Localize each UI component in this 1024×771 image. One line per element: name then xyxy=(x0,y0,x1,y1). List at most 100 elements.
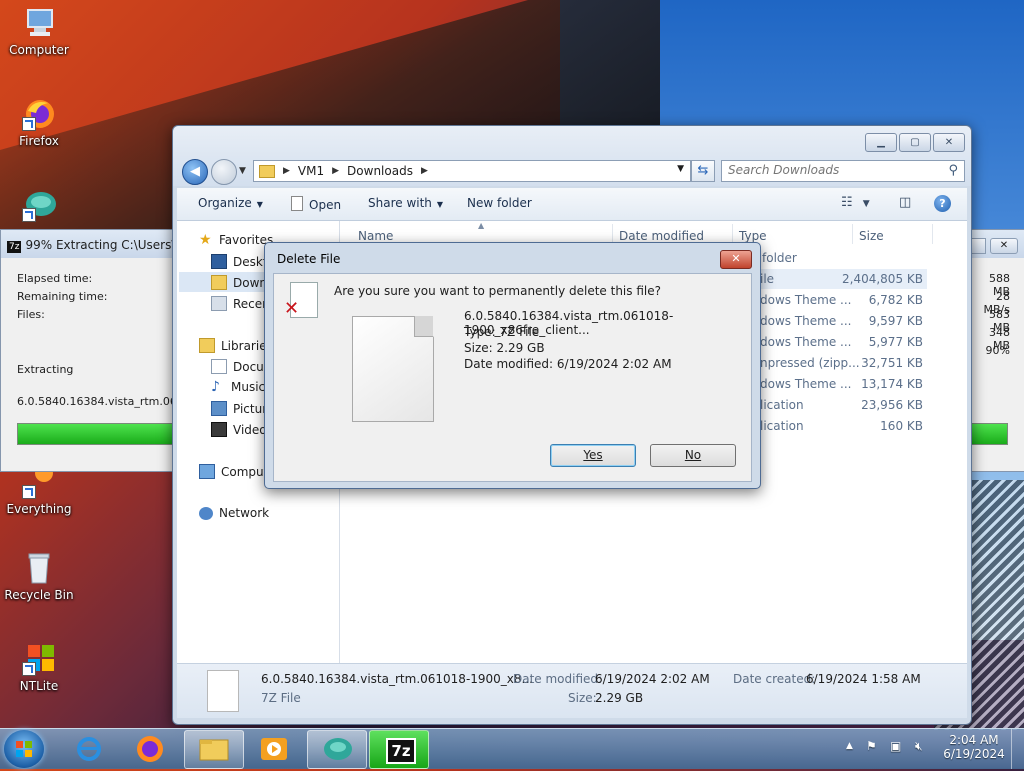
extract-progress-window[interactable]: 7z99% Extracting C:\Users\VM Elapsed tim… xyxy=(0,229,205,472)
computer-icon xyxy=(199,464,215,479)
7zip-icon: 7z xyxy=(7,241,22,253)
forward-button[interactable] xyxy=(211,159,237,185)
details-size-value: 2.29 GB xyxy=(595,691,644,705)
extract-progress-window-right: ✕ 588 MB 28 MB/s 583 MB 348 MB 90% xyxy=(970,229,1024,472)
shortcut-arrow-icon xyxy=(22,662,36,676)
extract-value-5: 90% xyxy=(985,344,1010,357)
desktop-icon-ntlite[interactable]: NTLite xyxy=(1,642,77,693)
new-folder-button[interactable]: New folder xyxy=(467,196,532,210)
action-center-flag-icon[interactable]: ⚑ xyxy=(866,739,877,753)
search-icon[interactable]: ⚲ xyxy=(948,163,958,178)
command-bar: Organize ▼ Open Share with ▼ New folder ☷ … xyxy=(177,188,967,221)
open-button[interactable]: Open xyxy=(291,196,341,212)
column-header-name[interactable]: Name xyxy=(358,229,393,243)
desktop-icon-app[interactable] xyxy=(1,188,77,225)
table-row[interactable]: dows Theme ... xyxy=(760,314,852,328)
chevron-right-icon[interactable]: ▶ xyxy=(421,166,428,176)
table-cell-size: 160 KB xyxy=(880,419,923,433)
nav-favorites[interactable]: ★ Favorites xyxy=(199,233,273,248)
view-list-icon: ☷ xyxy=(841,195,853,210)
breadcrumb-vm1[interactable]: VM1 xyxy=(298,164,324,178)
no-button[interactable]: No xyxy=(650,444,736,467)
nav-music[interactable]: ♪ Music xyxy=(211,378,265,395)
desktop-icon-firefox[interactable]: Firefox xyxy=(1,97,77,148)
preview-pane-button[interactable]: ◫ xyxy=(899,195,911,210)
table-row[interactable]: folder xyxy=(762,251,797,265)
address-dropdown-icon[interactable]: ▼ xyxy=(677,164,684,174)
details-filename: 6.0.5840.16384.vista_rtm.061018-1900_x8.… xyxy=(261,672,533,686)
organize-button[interactable]: Organize ▼ xyxy=(198,196,263,210)
share-with-button[interactable]: Share with ▼ xyxy=(368,196,443,210)
help-button[interactable]: ? xyxy=(934,195,951,212)
search-input[interactable] xyxy=(722,161,944,179)
details-modified-label: Date modified: xyxy=(513,672,603,686)
taskbar-internet-explorer[interactable] xyxy=(60,730,118,767)
clock[interactable]: 2:04 AM 6/19/2024 xyxy=(942,733,1006,761)
red-x-icon: ✕ xyxy=(284,298,300,319)
chevron-right-icon[interactable]: ▶ xyxy=(332,166,339,176)
table-row[interactable]: dows Theme ... xyxy=(760,293,852,307)
taskbar-media-player[interactable] xyxy=(245,730,303,767)
address-bar[interactable]: ▶ VM1 ▶ Downloads ▶ ▼ xyxy=(253,160,691,182)
yes-button[interactable]: Yes xyxy=(550,444,636,467)
show-desktop-button[interactable] xyxy=(1011,729,1024,769)
volume-muted-icon[interactable]: 🔇︎ xyxy=(915,739,923,754)
media-player-icon xyxy=(261,738,287,760)
recent-pages-button[interactable]: ▼ xyxy=(239,166,246,176)
column-header-type[interactable]: Type xyxy=(739,229,767,243)
extracting-label: Extracting xyxy=(17,363,74,376)
desktop-icon-everything[interactable]: Everything xyxy=(1,464,77,516)
teal-app-icon xyxy=(324,738,352,760)
nav-documents[interactable]: Docu xyxy=(211,359,264,374)
change-view-button[interactable]: ☷ ▼ xyxy=(841,195,870,210)
nav-libraries[interactable]: Libraries xyxy=(199,338,273,353)
breadcrumb-downloads[interactable]: Downloads xyxy=(347,164,413,178)
table-row[interactable]: lication xyxy=(760,419,804,433)
network-tray-icon[interactable]: ▣ xyxy=(890,739,901,753)
maximize-icon: ▢ xyxy=(910,136,920,148)
minimize-button[interactable]: ▁ xyxy=(865,133,897,152)
delete-file-dialog[interactable]: Delete File ✕ ✕ Are you sure you want to… xyxy=(264,242,761,489)
table-cell-size: 13,174 KB xyxy=(861,377,923,391)
start-button[interactable] xyxy=(4,730,44,768)
taskbar: 7z ▲ ⚑ ▣ 🔇︎ 2:04 AM 6/19/2024 xyxy=(0,728,1024,769)
nav-computer[interactable]: Comput xyxy=(199,464,268,479)
taskbar-7zip[interactable]: 7z xyxy=(369,730,429,769)
table-cell-size: 6,782 KB xyxy=(868,293,923,307)
music-icon: ♪ xyxy=(211,378,220,395)
taskbar-teal-app[interactable] xyxy=(307,730,367,769)
extract-progress-bar-right xyxy=(970,423,1008,445)
desktop-icon-computer[interactable]: Computer xyxy=(1,6,77,57)
maximize-icon[interactable] xyxy=(970,238,986,254)
table-row[interactable]: npressed (zipp... xyxy=(760,356,860,370)
close-icon[interactable]: ✕ xyxy=(990,238,1018,254)
taskbar-firefox[interactable] xyxy=(121,730,179,767)
desktop-icon-recycle-bin[interactable]: Recycle Bin xyxy=(1,551,77,602)
minimize-icon: ▁ xyxy=(877,136,885,148)
recycle-bin-icon xyxy=(22,551,56,585)
table-row[interactable]: ile xyxy=(760,272,774,286)
column-header-size[interactable]: Size xyxy=(859,229,884,243)
back-button[interactable]: ◀ xyxy=(182,159,208,185)
column-header-date-modified[interactable]: Date modified xyxy=(619,229,704,243)
refresh-button[interactable]: ⇆ xyxy=(691,160,715,182)
chevron-right-icon[interactable]: ▶ xyxy=(283,166,290,176)
nav-recent[interactable]: Recen xyxy=(211,296,270,311)
dialog-close-button[interactable]: ✕ xyxy=(720,250,752,269)
chevron-down-icon: ▼ xyxy=(256,200,263,209)
details-pane: 6.0.5840.16384.vista_rtm.061018-1900_x8.… xyxy=(177,663,967,718)
nav-network[interactable]: Network xyxy=(199,506,269,520)
table-row[interactable]: lication xyxy=(760,398,804,412)
table-row[interactable]: dows Theme ... xyxy=(760,377,852,391)
maximize-button[interactable]: ▢ xyxy=(899,133,931,152)
close-button[interactable]: ✕ xyxy=(933,133,965,152)
dialog-file-date: Date modified: 6/19/2024 2:02 AM xyxy=(464,357,672,371)
folder-icon xyxy=(259,164,275,178)
table-cell-size: 2,404,805 KB xyxy=(842,272,923,286)
search-box[interactable]: ⚲ xyxy=(721,160,965,182)
taskbar-explorer[interactable] xyxy=(184,730,244,769)
nav-downloads[interactable]: Downl xyxy=(211,275,270,290)
table-row[interactable]: dows Theme ... xyxy=(760,335,852,349)
chevron-down-icon: ▼ xyxy=(436,200,444,209)
show-hidden-icons-button[interactable]: ▲ xyxy=(846,741,853,751)
